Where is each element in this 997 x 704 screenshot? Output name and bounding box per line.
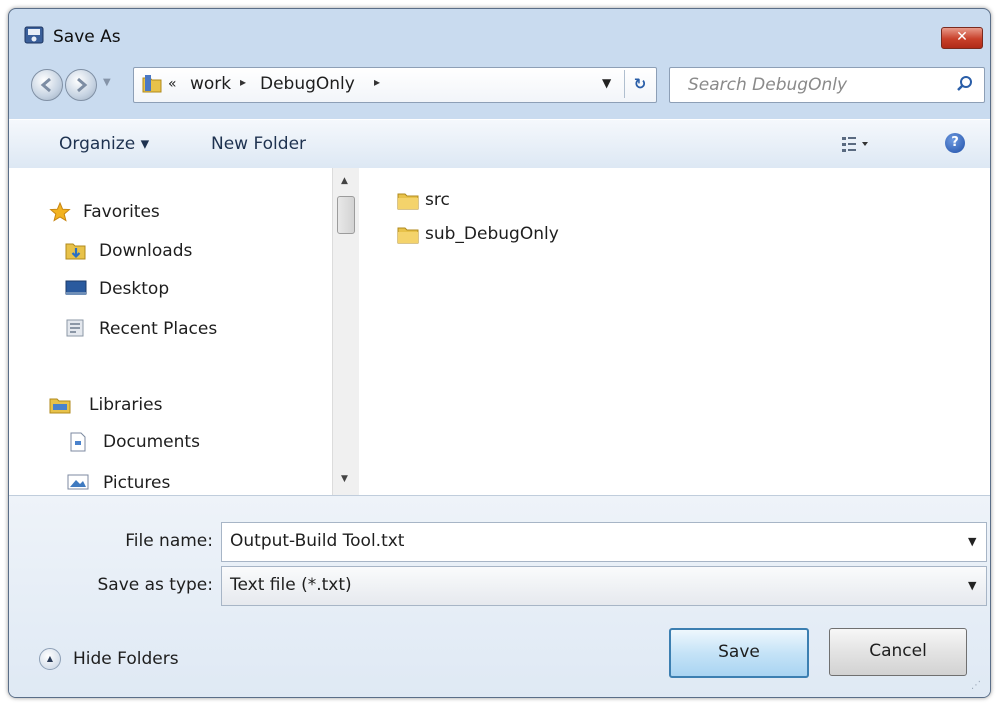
file-name-label: File name:: [125, 531, 213, 551]
back-arrow-icon: [40, 77, 51, 93]
help-icon[interactable]: ?: [945, 133, 965, 153]
nav-recent-places[interactable]: Recent Places: [99, 319, 217, 339]
scroll-down-arrow-icon[interactable]: ▼: [341, 474, 348, 484]
pictures-icon: [67, 474, 89, 490]
recent-locations-dropdown-icon[interactable]: ▼: [103, 77, 111, 88]
cancel-button[interactable]: Cancel: [829, 628, 967, 676]
file-item-sub-debugonly[interactable]: sub_DebugOnly: [397, 222, 617, 246]
nav-desktop[interactable]: Desktop: [99, 279, 169, 299]
organize-button[interactable]: Organize ▾: [59, 134, 149, 154]
desktop-icon: [65, 280, 87, 295]
file-list: src sub_DebugOnly: [359, 168, 990, 495]
search-icon[interactable]: [956, 75, 974, 93]
breadcrumb-chevron-icon[interactable]: ▸: [374, 75, 380, 89]
address-dropdown-icon[interactable]: ▼: [602, 76, 611, 90]
nav-documents[interactable]: Documents: [103, 432, 200, 452]
nav-pictures[interactable]: Pictures: [103, 473, 170, 493]
save-dialog-icon: [24, 26, 44, 44]
change-view-icon[interactable]: [841, 134, 871, 154]
save-as-type-label: Save as type:: [97, 575, 213, 595]
breadcrumb-chevron-icon[interactable]: ▸: [240, 75, 246, 89]
file-name-field[interactable]: Output-Build Tool.txt ▼: [221, 522, 987, 562]
scrollbar-thumb[interactable]: [337, 196, 355, 234]
breadcrumb-debugonly[interactable]: DebugOnly: [260, 74, 355, 94]
navigation-pane: Favorites Downloads Desktop Recent Place…: [9, 168, 333, 495]
breadcrumb-overflow[interactable]: «: [168, 76, 177, 92]
save-button[interactable]: Save: [669, 628, 809, 678]
folder-icon: [397, 227, 419, 244]
nav-libraries[interactable]: Libraries: [89, 395, 162, 415]
close-button[interactable]: ✕: [941, 27, 983, 49]
save-as-dialog: Save As ✕ ▼ « work ▸ DebugOnly ▸ ▼ ↻ Sea…: [8, 8, 991, 698]
scroll-up-arrow-icon[interactable]: ▲: [341, 176, 348, 186]
close-icon: ✕: [956, 29, 968, 45]
file-name: sub_DebugOnly: [425, 224, 559, 244]
folder-icon: [397, 193, 419, 210]
folder-icon: [142, 75, 162, 93]
breadcrumb-work[interactable]: work: [190, 74, 231, 94]
nav-downloads[interactable]: Downloads: [99, 241, 192, 261]
window-title: Save As: [53, 27, 121, 47]
nav-favorites[interactable]: Favorites: [83, 202, 160, 222]
refresh-button[interactable]: ↻: [624, 70, 655, 98]
navigation-bar: ▼ « work ▸ DebugOnly ▸ ▼ ↻ Search DebugO…: [9, 61, 990, 111]
forward-arrow-icon: [77, 77, 88, 93]
save-as-type-value: Text file (*.txt): [230, 575, 352, 595]
recent-places-icon: [66, 319, 84, 337]
file-name-input[interactable]: Output-Build Tool.txt: [230, 531, 404, 551]
command-toolbar: Organize ▾ New Folder ?: [9, 119, 990, 169]
new-folder-button[interactable]: New Folder: [211, 134, 306, 154]
resize-grip-icon[interactable]: ⋰: [971, 680, 981, 691]
title-bar: Save As ✕: [9, 9, 990, 61]
address-bar[interactable]: « work ▸ DebugOnly ▸ ▼ ↻: [133, 67, 657, 103]
documents-icon: [70, 432, 86, 452]
libraries-icon: [49, 398, 71, 414]
search-box[interactable]: Search DebugOnly: [669, 67, 985, 103]
save-as-type-dropdown-icon[interactable]: ▼: [968, 579, 976, 592]
save-options-pane: File name: Output-Build Tool.txt ▼ Save …: [9, 495, 990, 697]
star-icon: [49, 202, 71, 222]
help-glyph: ?: [951, 135, 959, 150]
hide-folders-button[interactable]: Hide Folders: [73, 649, 179, 669]
file-name: src: [425, 190, 450, 210]
file-name-dropdown-icon[interactable]: ▼: [968, 535, 976, 548]
search-input[interactable]: Search DebugOnly: [688, 75, 847, 95]
hide-folders-chevron-icon[interactable]: ▲: [39, 648, 61, 670]
save-as-type-select[interactable]: Text file (*.txt) ▼: [221, 566, 987, 606]
forward-button[interactable]: [65, 69, 97, 101]
refresh-icon: ↻: [633, 75, 647, 93]
navigation-scrollbar[interactable]: ▲ ▼: [332, 168, 360, 495]
back-button[interactable]: [31, 69, 63, 101]
file-item-src[interactable]: src: [397, 188, 547, 212]
downloads-folder-icon: [65, 243, 86, 260]
